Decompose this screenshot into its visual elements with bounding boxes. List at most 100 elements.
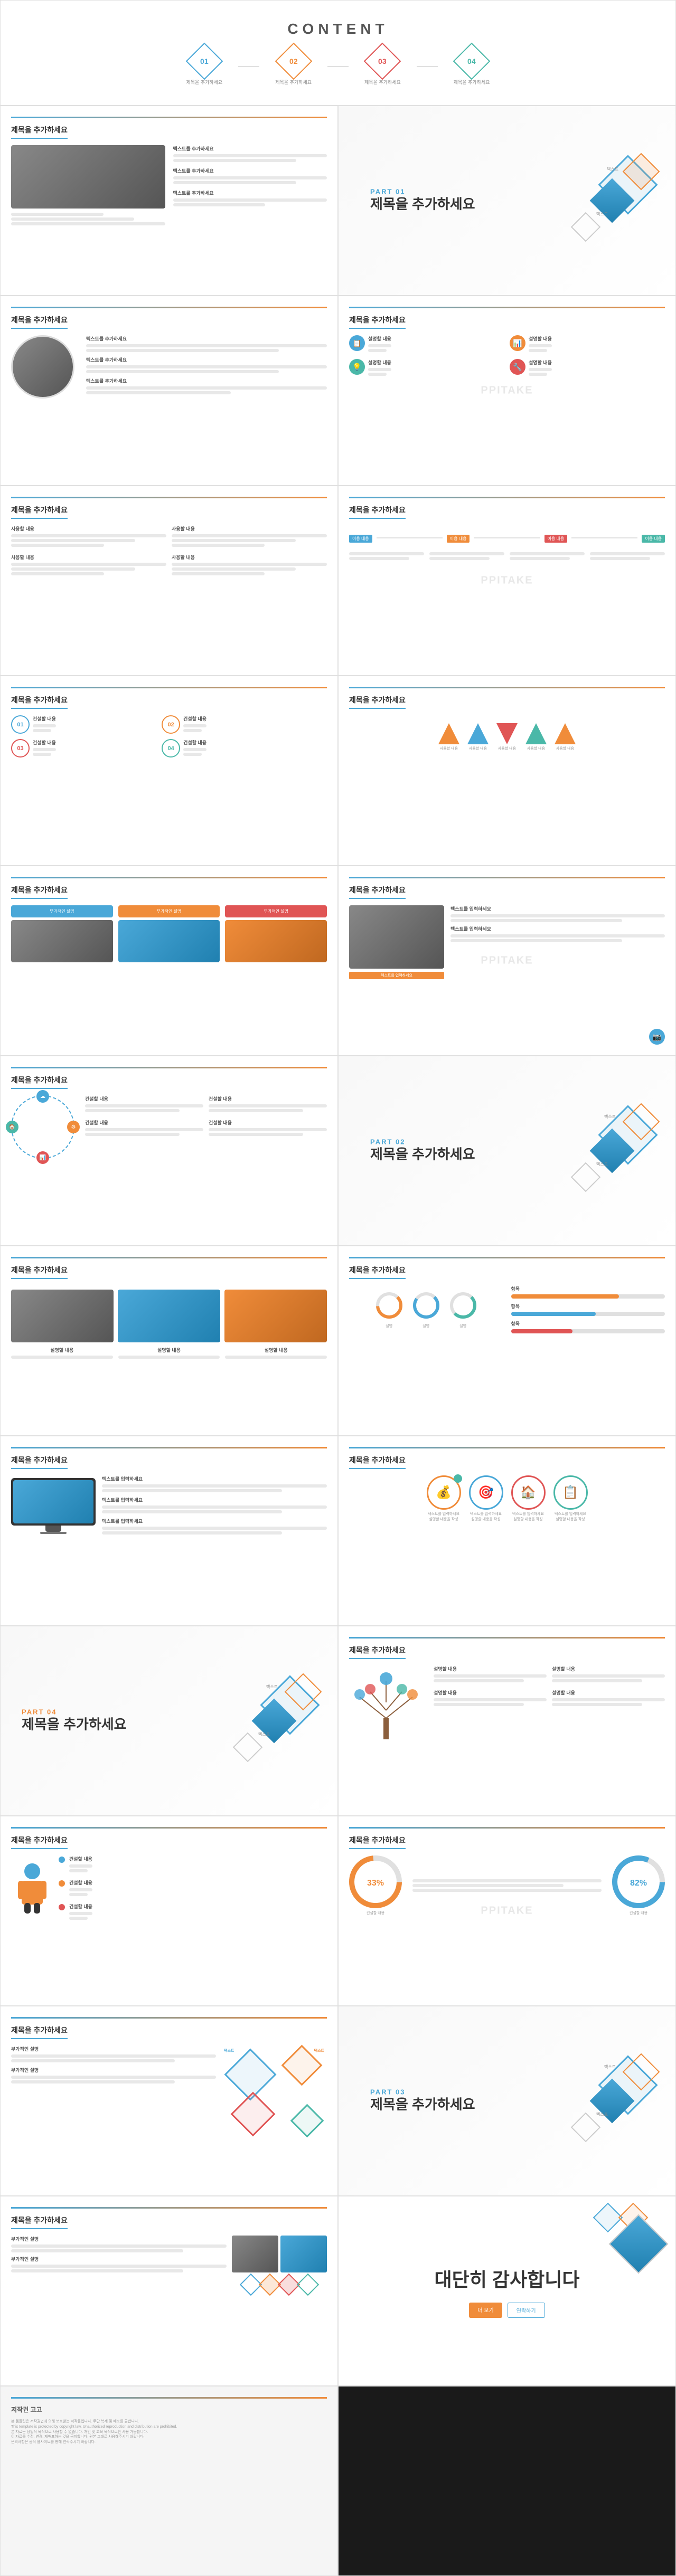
- const-title-5a-1: 건설할 내용: [33, 715, 56, 722]
- part01-text-area: PART 01 제목을 추가하세요: [370, 188, 475, 214]
- slide-6a: 제목을 추가하세요 부가적인 설명 부가적인 설명 부가적인 설명: [0, 866, 338, 1056]
- pline-3a-5: [86, 386, 327, 390]
- ty-btn-2[interactable]: 연락하기: [508, 2303, 545, 2318]
- slide-title-9b: 제목을 추가하세요: [349, 1455, 406, 1469]
- tag-item-4b-1: 이용 내용: [349, 533, 372, 543]
- pline-9a-6: [102, 1531, 282, 1535]
- text-title-2a-3: 텍스트를 추가하세요: [173, 190, 327, 196]
- part03-diamonds: 텍스트 텍스트: [570, 2059, 654, 2143]
- pline-13a-1: [11, 2244, 227, 2248]
- part04-title: 제목을 추가하세요: [22, 1716, 127, 1734]
- pline-4a-2: [11, 539, 135, 542]
- part02-number: PART 02: [370, 1138, 475, 1146]
- pline-11a-6: [69, 1917, 88, 1920]
- small-d-4: [297, 2274, 319, 2296]
- row-7: 제목을 추가하세요 ☁ ⚙ 📊 🏠 건설할 내용: [0, 1056, 676, 1246]
- text-block-2a-3: 텍스트를 추가하세요: [173, 190, 327, 206]
- pline-5a-5: [33, 748, 56, 751]
- desc-4b-1: [349, 551, 424, 562]
- info-title-3b-3: 설명할 내용: [368, 359, 391, 366]
- arrow-item-5b-2: 사용할 내용: [467, 723, 489, 752]
- text-9a-3: 텍스트를 입력하세요: [102, 1518, 327, 1535]
- feature-tag-6a-3: 부가적인 설명: [225, 905, 327, 917]
- circle-icon-9b-3: 🏠: [511, 1475, 546, 1510]
- content-8b: 설명 설명: [349, 1285, 665, 1333]
- pline-5a-7: [183, 748, 206, 751]
- text-title-6b-2: 텍스트를 입력하세요: [450, 925, 665, 932]
- row-14: 저작권 고고 본 템플릿은 저작권법에 의해 보호받는 저작물입니다. 무단 복…: [0, 2386, 676, 2576]
- ds-label-2: 텍스트: [314, 2048, 324, 2053]
- const-text-5a-1: 건설할 내용: [33, 715, 56, 734]
- timeline-text-11a-1: 건설할 내용: [69, 1855, 92, 1874]
- text-title-8a-1: 설명할 내용: [11, 1347, 113, 1353]
- block-13a-1: 부가적인 설명: [11, 2236, 227, 2252]
- text-title-3a-1: 텍스트를 추가하세요: [86, 335, 327, 342]
- diamond-num-3: 03: [379, 56, 387, 65]
- slide-8a: 제목을 추가하세요 설명할 내용 설명할 내용 설명할 내용: [0, 1246, 338, 1436]
- slide-7a: 제목을 추가하세요 ☁ ⚙ 📊 🏠 건설할 내용: [0, 1056, 338, 1246]
- bar-fill-8b-2: [511, 1312, 596, 1316]
- content-6b: 텍스트를 입력하세요 텍스트를 입력하세요 텍스트를 입력하세요: [349, 905, 665, 979]
- pline-2a-1: [11, 213, 104, 216]
- circle-item-9b-4: 📋 텍스트를 입력하세요설명할 내용을 작성: [553, 1475, 588, 1522]
- part02-diamonds: 텍스트 텍스트: [570, 1109, 654, 1193]
- connector-3: [417, 48, 438, 86]
- pline-2a-4: [173, 154, 327, 157]
- monitor-area-9a: [11, 1478, 96, 1534]
- const-7a-4: 건설할 내용: [209, 1119, 327, 1138]
- feature-6a-3: 부가적인 설명: [225, 905, 327, 962]
- tag-4b-2: 이용 내용: [447, 535, 470, 543]
- pline-11b-1: [412, 1879, 602, 1882]
- slide-8b: 제목을 추가하세요 설명: [338, 1246, 676, 1436]
- desc-4b-3: [510, 551, 585, 562]
- const-text-5a-2: 건설할 내용: [183, 715, 206, 734]
- ds-1: [224, 2049, 277, 2101]
- pline-2a-7: [173, 181, 296, 184]
- slide-title-5a: 제목을 추가하세요: [11, 695, 68, 709]
- arrow-label-5b-1: 사용할 내용: [438, 746, 459, 752]
- connector-4b-1: [377, 537, 443, 538]
- pline-7a-4: [209, 1109, 303, 1112]
- watermark-11b: PPITAKE: [481, 1905, 533, 1917]
- pie-11b-1: 33% 건설할 내용: [349, 1855, 402, 1916]
- usage-title-4a-1: 사용할 내용: [11, 525, 166, 532]
- accent-bar-4b: [349, 497, 665, 498]
- process-ring-7a: ☁ ⚙ 📊 🏠: [11, 1095, 74, 1159]
- info-title-3b-4: 설명할 내용: [529, 359, 552, 366]
- timeline-dot-11a-2: [59, 1880, 65, 1887]
- arrow-label-5b-4: 사용할 내용: [525, 746, 547, 752]
- accent-bar-9b: [349, 1447, 665, 1448]
- pline-4a-7: [11, 563, 166, 566]
- info-title-3b-1: 설명할 내용: [368, 335, 391, 342]
- pline-3b-8: [529, 373, 547, 376]
- pline-13a-4: [11, 2269, 183, 2272]
- row-2: 제목을 추가하세요 텍스트를 추가하세요 텍스트를 추가하세요: [0, 106, 676, 296]
- tree-svg-10b: [349, 1665, 423, 1745]
- const-title-5a-4: 건설할 내용: [183, 739, 206, 746]
- img-8a-3: [224, 1290, 327, 1342]
- accent-bar-12a: [11, 2017, 327, 2019]
- slides-container: CONTENT 01 제목을 추가하세요 02 제목을 추가하세요: [0, 0, 676, 2576]
- text-title-3a-2: 텍스트를 추가하세요: [86, 356, 327, 363]
- tree-item-10b-2: 설명할 내용: [552, 1665, 665, 1684]
- part03-text-area: PART 03 제목을 추가하세요: [370, 2088, 475, 2114]
- diamond-03-text1: 텍스트: [604, 2064, 616, 2070]
- slide-4b: 제목을 추가하세요 이용 내용 이용 내용 이용 내용 이용 내용: [338, 486, 676, 676]
- const-title-7a-4: 건설할 내용: [209, 1119, 327, 1126]
- proc-icon-right: ⚙: [67, 1121, 80, 1133]
- const-7a-3: 건설할 내용: [85, 1119, 203, 1138]
- connector-2: [327, 48, 349, 86]
- const-title-7a-3: 건설할 내용: [85, 1119, 203, 1126]
- icon-1-3b: 📋: [349, 335, 365, 351]
- arrow-item-5b-3: 사용할 내용: [496, 723, 518, 752]
- feature-6a-1: 부가적인 설명: [11, 905, 113, 962]
- row-4: 제목을 추가하세요 사용할 내용 사용할 내용 사용할 내용: [0, 486, 676, 676]
- watermark-3b: PPITAKE: [481, 385, 533, 397]
- row-8: 제목을 추가하세요 설명할 내용 설명할 내용 설명할 내용: [0, 1246, 676, 1436]
- pline-2a-2: [11, 217, 134, 221]
- proc-icon-left: 🏠: [6, 1121, 18, 1133]
- block-12a-1: 부가적인 설명: [11, 2045, 216, 2062]
- bar-8b-2: 항목: [511, 1303, 665, 1316]
- arrow-item-5b-1: 사용할 내용: [438, 723, 459, 752]
- ty-btn-1[interactable]: 더 보기: [469, 2303, 502, 2318]
